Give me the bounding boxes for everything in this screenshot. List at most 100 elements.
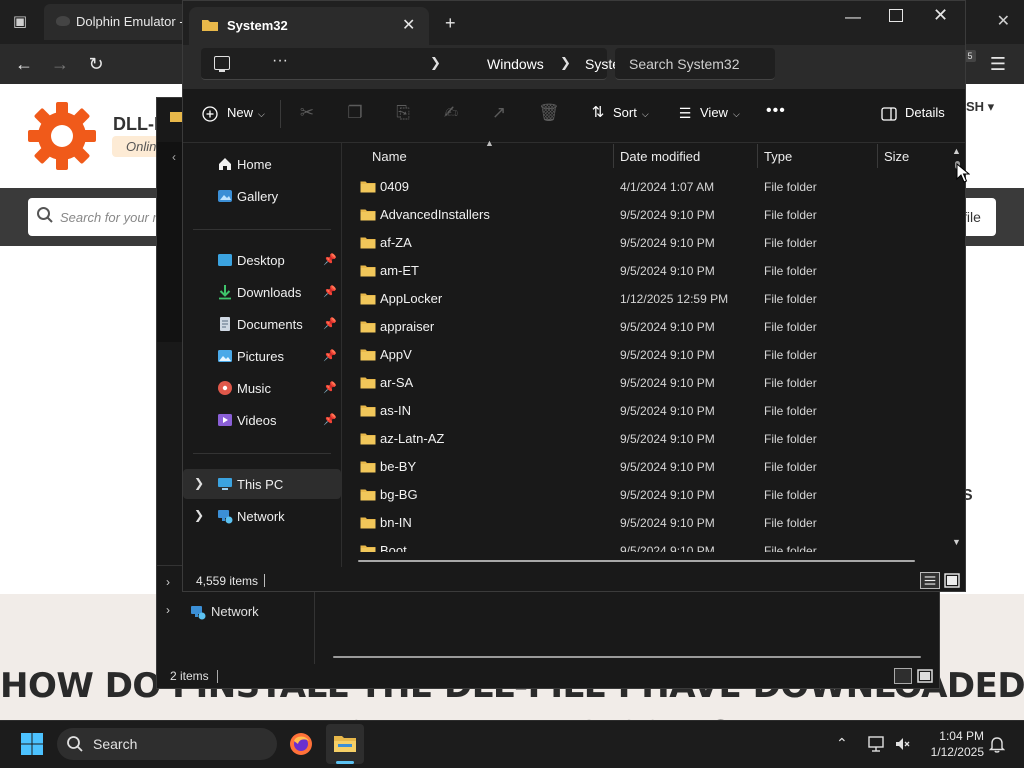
nav-item-pictures[interactable]: Pictures 📌 bbox=[183, 341, 341, 371]
table-row[interactable]: appraiser 9/5/2024 9:10 PM File folder bbox=[352, 312, 946, 340]
windows-start-icon[interactable] bbox=[20, 732, 44, 756]
tab-close-icon[interactable]: ✕ bbox=[402, 15, 415, 35]
file-name: Boot bbox=[380, 543, 407, 552]
column-header-size[interactable]: Size bbox=[884, 149, 909, 164]
nav-item-documents[interactable]: Documents 📌 bbox=[183, 309, 341, 339]
browser-close-icon[interactable]: ✕ bbox=[997, 10, 1010, 34]
column-resize-handle[interactable] bbox=[757, 144, 758, 168]
firefox-icon[interactable] bbox=[289, 732, 313, 756]
share-icon[interactable]: ↗ bbox=[490, 104, 508, 122]
chevron-right-icon[interactable]: ❯ bbox=[194, 508, 204, 522]
pin-icon[interactable]: 📌 bbox=[323, 381, 337, 394]
table-row[interactable]: am-ET 9/5/2024 9:10 PM File folder bbox=[352, 256, 946, 284]
details-view-icon[interactable] bbox=[920, 572, 940, 589]
nav-item-this-pc[interactable]: ❯ This PC bbox=[183, 469, 341, 499]
tiles-view-icon[interactable] bbox=[916, 668, 934, 684]
pin-icon[interactable]: 📌 bbox=[323, 317, 337, 330]
sort-icon[interactable]: ⇅ bbox=[589, 104, 607, 122]
browser-tab[interactable]: Dolphin Emulator - bbox=[44, 4, 194, 40]
column-header-type[interactable]: Type bbox=[764, 149, 792, 164]
table-row[interactable]: az-Latn-AZ 9/5/2024 9:10 PM File folder bbox=[352, 424, 946, 452]
scroll-up-icon[interactable]: ▲ bbox=[952, 146, 961, 156]
sort-label: Sort bbox=[613, 105, 637, 120]
nav-item-gallery[interactable]: Gallery bbox=[183, 181, 341, 211]
table-row[interactable]: AppLocker 1/12/2025 12:59 PM File folder bbox=[352, 284, 946, 312]
horizontal-scrollbar[interactable] bbox=[358, 560, 915, 562]
table-row[interactable]: be-BY 9/5/2024 9:10 PM File folder bbox=[352, 452, 946, 480]
close-icon[interactable]: ✕ bbox=[933, 5, 948, 26]
nav-item-network[interactable]: ❯ Network bbox=[183, 501, 341, 531]
nav-item-home[interactable]: Home bbox=[183, 149, 341, 179]
sort-button[interactable]: Sort ⌵ bbox=[613, 105, 649, 120]
details-view-icon[interactable] bbox=[894, 668, 912, 684]
taskbar-search[interactable] bbox=[57, 728, 277, 760]
chevron-right-icon[interactable]: › bbox=[166, 603, 170, 617]
column-resize-handle[interactable] bbox=[613, 144, 614, 168]
maximize-icon[interactable] bbox=[889, 9, 903, 22]
download-icon bbox=[219, 285, 231, 300]
table-row[interactable]: bn-IN 9/5/2024 9:10 PM File folder bbox=[352, 508, 946, 536]
details-pane-icon[interactable] bbox=[881, 107, 897, 121]
this-pc-icon[interactable] bbox=[214, 56, 230, 72]
scroll-down-icon[interactable]: ▼ bbox=[952, 537, 961, 547]
chevron-right-icon[interactable]: ❯ bbox=[560, 55, 571, 71]
table-row[interactable]: Boot 9/5/2024 9:10 PM File folder bbox=[352, 536, 946, 552]
browser-reload-icon[interactable]: ↻ bbox=[84, 52, 108, 76]
new-tab-icon[interactable]: + bbox=[445, 13, 456, 34]
breadcrumb-windows[interactable]: Windows bbox=[487, 56, 544, 72]
table-row[interactable]: ar-SA 9/5/2024 9:10 PM File folder bbox=[352, 368, 946, 396]
chevron-right-icon[interactable]: ❯ bbox=[430, 55, 441, 71]
address-field[interactable] bbox=[201, 48, 607, 80]
language-selector[interactable]: SH ▾ bbox=[966, 99, 994, 115]
column-header-name[interactable]: Name bbox=[372, 149, 407, 164]
nav-item-videos[interactable]: Videos 📌 bbox=[183, 405, 341, 435]
new-icon[interactable] bbox=[202, 106, 218, 122]
chevron-right-icon[interactable]: › bbox=[166, 575, 170, 589]
file-date: 9/5/2024 9:10 PM bbox=[620, 320, 715, 334]
table-row[interactable]: 0409 4/1/2024 1:07 AM File folder bbox=[352, 172, 946, 200]
nav-item-downloads[interactable]: Downloads 📌 bbox=[183, 277, 341, 307]
file-list[interactable]: 0409 4/1/2024 1:07 AM File folder AdvancedI… bbox=[342, 172, 950, 552]
view-icon[interactable]: ☰ bbox=[676, 104, 694, 122]
more-crumbs-icon[interactable]: ··· bbox=[272, 52, 288, 70]
clock-time[interactable]: 1:04 PM bbox=[924, 729, 984, 743]
pin-icon[interactable]: 📌 bbox=[323, 285, 337, 298]
nav-item-label: Downloads bbox=[237, 285, 302, 300]
rename-icon[interactable]: ✍ bbox=[442, 104, 460, 122]
table-row[interactable]: AppV 9/5/2024 9:10 PM File folder bbox=[352, 340, 946, 368]
column-resize-handle[interactable] bbox=[877, 144, 878, 168]
nav-item-music[interactable]: Music 📌 bbox=[183, 373, 341, 403]
copy-icon[interactable]: ❐ bbox=[346, 104, 364, 122]
tab-system32[interactable]: System32 ✕ bbox=[189, 7, 429, 45]
new-button[interactable]: New ⌵ bbox=[227, 105, 265, 120]
paste-icon[interactable]: ⎘ bbox=[394, 104, 412, 122]
table-row[interactable]: bg-BG 9/5/2024 9:10 PM File folder bbox=[352, 480, 946, 508]
notification-bell-icon[interactable] bbox=[989, 736, 1005, 753]
view-button[interactable]: View ⌵ bbox=[700, 105, 740, 120]
chevron-right-icon[interactable]: ❯ bbox=[194, 476, 204, 490]
delete-icon[interactable]: 🗑 bbox=[538, 104, 560, 122]
pin-icon[interactable]: 📌 bbox=[323, 253, 337, 266]
horizontal-scrollbar[interactable] bbox=[333, 656, 921, 658]
browser-back-icon[interactable]: ← bbox=[12, 52, 36, 76]
browser-forward-icon[interactable]: → bbox=[48, 52, 72, 76]
nav-item-desktop[interactable]: Desktop 📌 bbox=[183, 245, 341, 275]
clock-date[interactable]: 1/12/2025 bbox=[916, 745, 984, 759]
more-options-icon[interactable]: ••• bbox=[766, 102, 786, 120]
chevron-up-icon[interactable]: ⌃ bbox=[836, 735, 848, 752]
network-status-icon[interactable] bbox=[868, 736, 886, 752]
tiles-view-icon[interactable] bbox=[942, 572, 962, 589]
pin-icon[interactable]: 📌 bbox=[323, 349, 337, 362]
table-row[interactable]: as-IN 9/5/2024 9:10 PM File folder bbox=[352, 396, 946, 424]
search-icon bbox=[37, 207, 53, 223]
volume-muted-icon[interactable] bbox=[894, 736, 910, 752]
minimize-icon[interactable]: — bbox=[843, 9, 863, 26]
table-row[interactable]: AdvancedInstallers 9/5/2024 9:10 PM File f… bbox=[352, 200, 946, 228]
pin-icon[interactable]: 📌 bbox=[323, 413, 337, 426]
details-button[interactable]: Details bbox=[905, 105, 945, 120]
table-row[interactable]: af-ZA 9/5/2024 9:10 PM File folder bbox=[352, 228, 946, 256]
tab-overview-icon[interactable]: ▣ bbox=[8, 10, 32, 34]
browser-menu-icon[interactable]: ☰ bbox=[986, 52, 1010, 76]
column-header-date[interactable]: Date modified bbox=[620, 149, 700, 164]
cut-icon[interactable]: ✂ bbox=[298, 104, 316, 122]
